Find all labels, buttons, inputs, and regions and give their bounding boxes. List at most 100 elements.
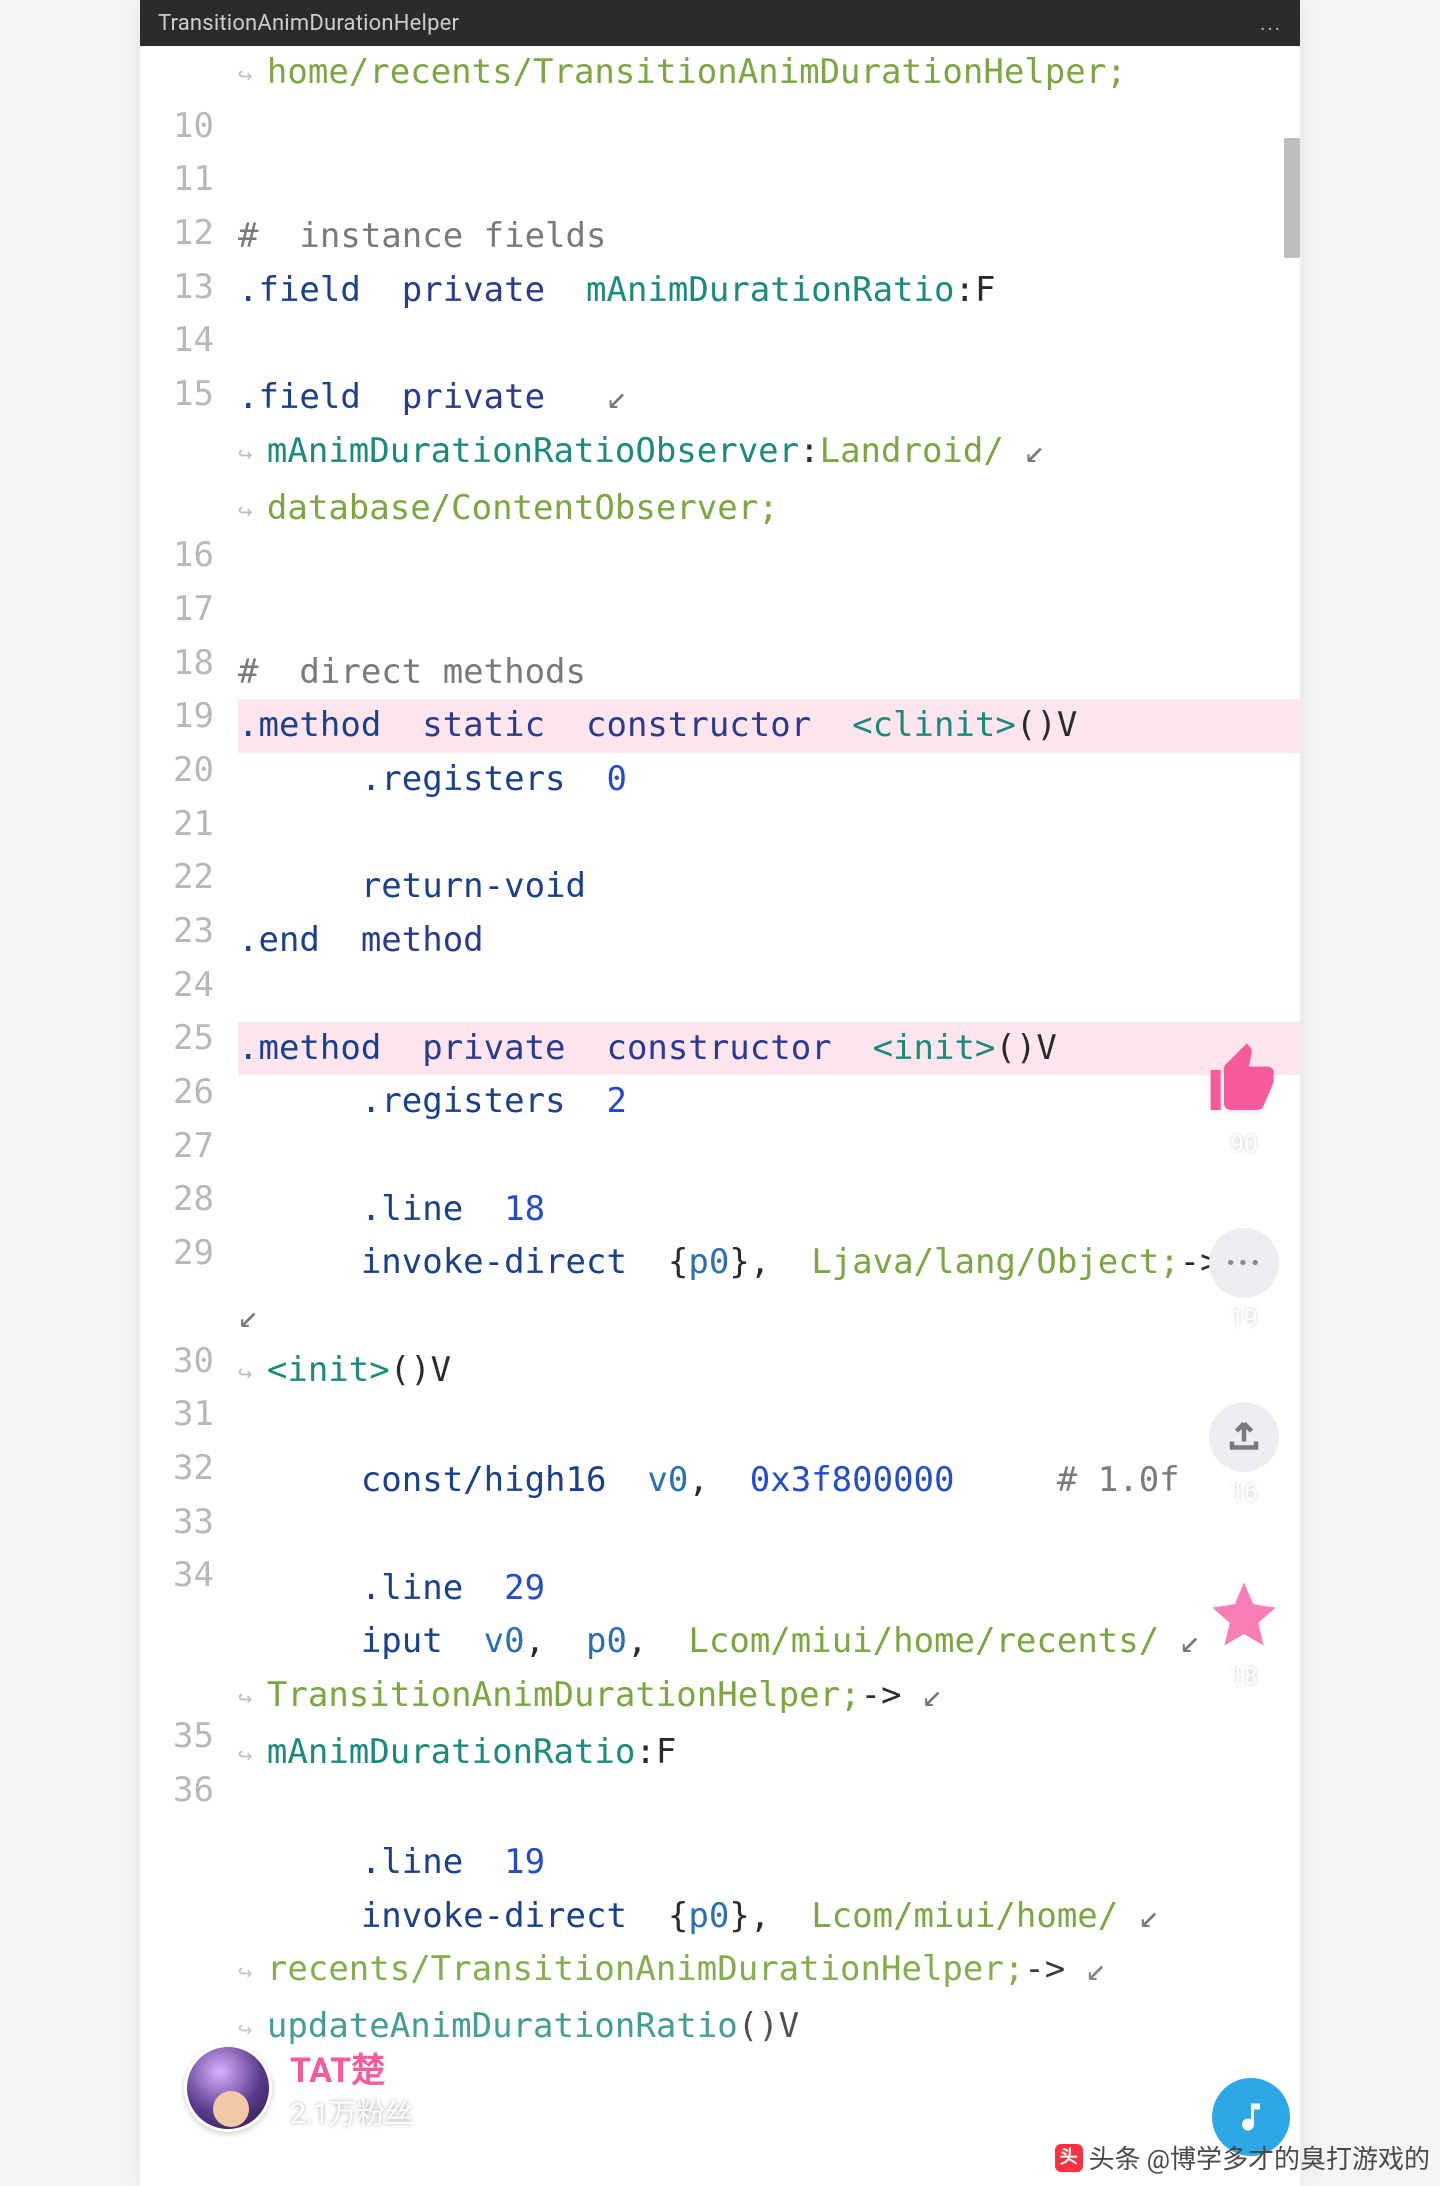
code-line[interactable]: return-void <box>238 860 1300 914</box>
code-line[interactable]: ↪ TransitionAnimDurationHelper;-> ↙ <box>238 1669 1300 1726</box>
author-profile[interactable]: TAT楚 2.1万粉丝 <box>184 2043 413 2132</box>
line-number: 29 <box>140 1227 228 1281</box>
code-line[interactable]: .registers 2 <box>238 1075 1300 1129</box>
code-line[interactable]: ↪ mAnimDurationRatio:F <box>238 1726 1300 1783</box>
line-number: 10 <box>140 100 228 154</box>
line-number: 36 <box>140 1764 228 1818</box>
code-line[interactable] <box>238 1400 1300 1454</box>
code-line[interactable] <box>238 1129 1300 1183</box>
line-number-gutter: 1011121314151617181920212223242526272829… <box>140 46 228 1979</box>
code-line[interactable] <box>238 317 1300 371</box>
code-line[interactable] <box>238 807 1300 861</box>
line-number <box>140 1281 228 1335</box>
code-line[interactable]: const/high16 v0, 0x3f800000 # 1.0f <box>238 1454 1300 1508</box>
code-line[interactable]: .method static constructor <clinit>()V <box>238 699 1300 753</box>
line-number: 13 <box>140 261 228 315</box>
code-line[interactable]: .line 18 <box>238 1183 1300 1237</box>
line-number <box>140 1871 228 1925</box>
share-icon <box>1209 1402 1279 1472</box>
code-line[interactable] <box>238 968 1300 1022</box>
line-number: 21 <box>140 798 228 852</box>
code-line[interactable]: .field private mAnimDurationRatio:F <box>238 264 1300 318</box>
favorite-button[interactable]: 18 <box>1206 1576 1282 1690</box>
code-line[interactable] <box>238 1782 1300 1836</box>
author-handle: TAT楚 <box>290 2043 413 2092</box>
line-number: 14 <box>140 314 228 368</box>
favorite-count: 18 <box>1231 1662 1258 1690</box>
line-number: 27 <box>140 1120 228 1174</box>
titlebar: TransitionAnimDurationHelper ... <box>140 0 1300 46</box>
code-line[interactable] <box>238 538 1300 592</box>
code-line[interactable] <box>238 103 1300 157</box>
line-number <box>140 476 228 530</box>
avatar[interactable] <box>184 2044 272 2132</box>
code-line[interactable] <box>238 156 1300 210</box>
star-icon <box>1206 1576 1282 1656</box>
code-line[interactable]: .line 29 <box>238 1562 1300 1616</box>
code-line[interactable]: ↪ <init>()V <box>238 1344 1300 1401</box>
line-number: 15 <box>140 368 228 422</box>
line-number: 25 <box>140 1012 228 1066</box>
thumbs-up-icon <box>1204 1040 1284 1124</box>
music-note-icon <box>1233 2099 1269 2135</box>
more-icon[interactable]: ... <box>1260 11 1282 35</box>
line-number: 28 <box>140 1173 228 1227</box>
app-window: TransitionAnimDurationHelper ... 1011121… <box>140 0 1300 2186</box>
code-line[interactable]: .field private ↙ <box>238 371 1300 425</box>
code-line[interactable]: ↪ mAnimDurationRatioObserver:Landroid/ ↙ <box>238 425 1300 482</box>
line-number: 22 <box>140 851 228 905</box>
code-line[interactable]: ↪ home/recents/TransitionAnimDurationHel… <box>238 46 1300 103</box>
share-count: 16 <box>1231 1478 1258 1506</box>
line-number: 31 <box>140 1388 228 1442</box>
code-line[interactable]: ↪ recents/TransitionAnimDurationHelper;-… <box>238 1943 1300 2000</box>
code-line[interactable]: .line 19 <box>238 1836 1300 1890</box>
code-line[interactable]: # direct methods <box>238 646 1300 700</box>
code-line[interactable] <box>238 1508 1300 1562</box>
line-number <box>140 46 228 100</box>
code-editor[interactable]: 1011121314151617181920212223242526272829… <box>140 46 1300 2057</box>
line-number: 24 <box>140 959 228 1013</box>
line-number <box>140 1603 228 1657</box>
file-title: TransitionAnimDurationHelper <box>158 11 459 36</box>
code-line[interactable]: invoke-direct {p0}, Lcom/miui/home/ ↙ <box>238 1890 1300 1944</box>
code-line[interactable] <box>238 592 1300 646</box>
comment-icon: ··· <box>1209 1228 1279 1298</box>
follower-count: 2.1万粉丝 <box>290 2092 413 2132</box>
code-line[interactable]: .method private constructor <init>()V <box>238 1022 1300 1076</box>
line-number: 16 <box>140 529 228 583</box>
line-number: 35 <box>140 1710 228 1764</box>
code-line[interactable]: ↪ database/ContentObserver; <box>238 482 1300 539</box>
line-number: 32 <box>140 1442 228 1496</box>
line-number: 33 <box>140 1496 228 1550</box>
watermark: 头 头条 @博学多才的臭打游戏的 <box>1055 2139 1430 2176</box>
line-number <box>140 422 228 476</box>
code-line[interactable]: .registers 0 <box>238 753 1300 807</box>
watermark-author: @博学多才的臭打游戏的 <box>1147 2139 1430 2176</box>
line-number: 34 <box>140 1549 228 1603</box>
line-number: 23 <box>140 905 228 959</box>
line-number <box>140 1818 228 1872</box>
line-number <box>140 1657 228 1711</box>
code-line[interactable]: invoke-direct {p0}, Ljava/lang/Object;->… <box>238 1236 1300 1343</box>
line-number: 11 <box>140 153 228 207</box>
code-area[interactable]: ↪ home/recents/TransitionAnimDurationHel… <box>228 46 1300 2057</box>
line-number: 30 <box>140 1335 228 1389</box>
line-number <box>140 1925 228 1979</box>
toutiao-icon: 头 <box>1055 2144 1083 2172</box>
code-line[interactable]: # instance fields <box>238 210 1300 264</box>
line-number: 20 <box>140 744 228 798</box>
like-count: 90 <box>1231 1130 1258 1158</box>
comment-count: 19 <box>1231 1304 1258 1332</box>
watermark-prefix: 头条 <box>1089 2139 1141 2176</box>
line-number: 12 <box>140 207 228 261</box>
profile-text: TAT楚 2.1万粉丝 <box>290 2043 413 2132</box>
action-rail: 90 ··· 19 16 18 <box>1194 1040 1294 1690</box>
code-line[interactable]: .end method <box>238 914 1300 968</box>
line-number: 17 <box>140 583 228 637</box>
comment-button[interactable]: ··· 19 <box>1209 1228 1279 1332</box>
scrollbar-thumb[interactable] <box>1284 138 1300 258</box>
share-button[interactable]: 16 <box>1209 1402 1279 1506</box>
code-line[interactable]: iput v0, p0, Lcom/miui/home/recents/ ↙ <box>238 1615 1300 1669</box>
like-button[interactable]: 90 <box>1204 1040 1284 1158</box>
line-number: 26 <box>140 1066 228 1120</box>
